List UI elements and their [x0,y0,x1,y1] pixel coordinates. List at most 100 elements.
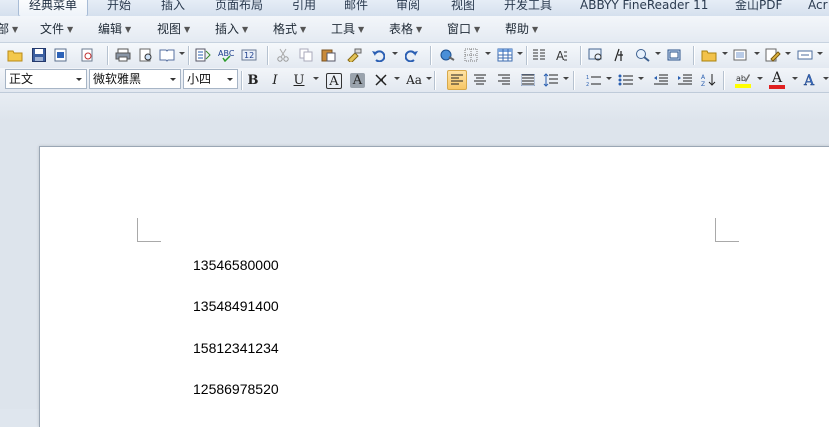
font-select[interactable]: 微软雅黑 [89,69,181,89]
menu-help[interactable]: 帮助 ▼ [505,21,538,37]
research-icon[interactable] [194,46,212,64]
save-icon[interactable] [30,46,48,64]
menu-file[interactable]: 文件 ▼ [40,21,73,37]
undo-icon[interactable] [369,46,387,64]
word-count-icon[interactable]: 12 [240,46,258,64]
menu-all[interactable]: 部 ▼ [0,21,18,37]
copy-icon[interactable] [297,46,315,64]
chevron-down-icon[interactable] [179,52,185,55]
character-shading-button[interactable]: A [350,73,365,88]
style-select[interactable]: 正文 [5,69,87,89]
chevron-down-icon[interactable] [313,77,319,80]
chevron-down-icon[interactable] [823,77,829,80]
menu-table[interactable]: 表格 ▼ [389,21,422,37]
document-line[interactable]: 12586978520 [193,381,279,397]
edit-document-icon[interactable] [764,46,782,64]
tab-references[interactable]: 引用 [292,0,316,16]
insert-table-icon[interactable] [496,46,514,64]
columns-icon[interactable] [530,46,548,64]
chevron-down-icon[interactable] [655,52,661,55]
templates-icon[interactable] [732,46,750,64]
print-icon[interactable] [114,46,132,64]
menu-tools[interactable]: 工具 ▼ [331,21,364,37]
tab-insert[interactable]: 插入 [161,0,185,16]
chevron-down-icon[interactable] [606,77,612,80]
menu-label: 视图 [157,22,182,36]
folder-icon[interactable] [700,46,718,64]
tab-acrobat[interactable]: Acr [808,0,828,16]
chevron-down-icon[interactable] [757,77,763,80]
chevron-down-icon[interactable] [563,77,569,80]
increase-indent-icon[interactable] [676,71,694,89]
underline-button[interactable]: U [290,71,308,89]
redo-icon[interactable] [403,46,421,64]
document-map-icon[interactable] [587,46,605,64]
bold-button[interactable]: B [244,71,262,89]
menu-insert[interactable]: 插入 ▼ [215,21,248,37]
character-border-button[interactable]: A [326,73,342,89]
chevron-down-icon[interactable] [754,52,760,55]
chevron-down-icon[interactable] [392,52,398,55]
tab-mailings[interactable]: 邮件 [344,0,368,16]
chevron-down-icon[interactable] [394,77,400,80]
menu-window[interactable]: 窗口 ▼ [447,21,480,37]
menu-edit[interactable]: 编辑 ▼ [98,21,131,37]
document-page[interactable]: 13546580000 13548491400 15812341234 1258… [39,146,829,427]
menu-format[interactable]: 格式 ▼ [273,21,306,37]
tab-home[interactable]: 开始 [107,0,131,16]
cut-icon[interactable] [274,46,292,64]
font-color-button[interactable]: A [768,71,786,89]
hyperlink-icon[interactable] [439,46,457,64]
font-size-select[interactable]: 小四 [183,69,238,89]
chevron-down-icon[interactable] [485,52,491,55]
full-screen-icon[interactable] [665,46,683,64]
chevron-down-icon[interactable] [817,52,823,55]
tab-abbyy[interactable]: ABBYY FineReader 11 [580,0,708,16]
align-right-icon[interactable] [495,71,513,89]
svg-text:A: A [556,49,565,62]
text-effects-icon[interactable] [373,71,391,89]
chevron-down-icon[interactable] [792,77,798,80]
tab-developer[interactable]: 开发工具 [504,0,552,16]
line-spacing-icon[interactable] [542,71,560,89]
print-preview-icon[interactable] [137,46,155,64]
permission-icon[interactable] [52,46,70,64]
tab-page-layout[interactable]: 页面布局 [215,0,263,16]
align-left-icon[interactable] [447,70,467,90]
tab-classic-menu[interactable]: 经典菜单 [18,0,89,16]
align-center-icon[interactable] [471,71,489,89]
print-preview-page-icon[interactable] [78,46,96,64]
tab-jinshan-pdf[interactable]: 金山PDF [735,0,782,16]
chevron-down-icon[interactable] [722,52,728,55]
chevron-down-icon[interactable] [638,77,644,80]
italic-button[interactable]: I [266,71,284,89]
chevron-down-icon[interactable] [517,52,523,55]
zoom-icon[interactable] [634,46,652,64]
decrease-indent-icon[interactable] [652,71,670,89]
tab-review[interactable]: 审阅 [396,0,420,16]
tab-view[interactable]: 视图 [451,0,475,16]
font-effects-icon[interactable]: A [803,71,821,89]
read-mode-icon[interactable] [158,46,176,64]
spelling-icon[interactable]: ABC [217,46,235,64]
document-line[interactable]: 13546580000 [193,257,279,273]
fields-icon[interactable] [796,46,814,64]
document-line[interactable]: 13548491400 [193,298,279,314]
show-hide-icon[interactable]: A [552,46,570,64]
highlight-icon[interactable]: ab [734,71,752,89]
open-folder-icon[interactable] [6,46,24,64]
document-line[interactable]: 15812341234 [193,340,279,356]
menu-label: 帮助 [505,22,530,36]
sort-icon[interactable]: AZ [700,71,718,89]
justify-icon[interactable] [519,71,537,89]
bullets-icon[interactable] [617,71,635,89]
chevron-down-icon[interactable] [785,52,791,55]
menu-view[interactable]: 视图 ▼ [157,21,190,37]
paragraph-mark-icon[interactable] [610,46,628,64]
change-case-button[interactable]: Aa [404,71,424,89]
format-painter-icon[interactable] [345,46,363,64]
chevron-down-icon[interactable] [426,77,432,80]
numbering-icon[interactable]: 12 [585,71,603,89]
paste-icon[interactable] [320,46,338,64]
borders-icon[interactable] [462,46,480,64]
